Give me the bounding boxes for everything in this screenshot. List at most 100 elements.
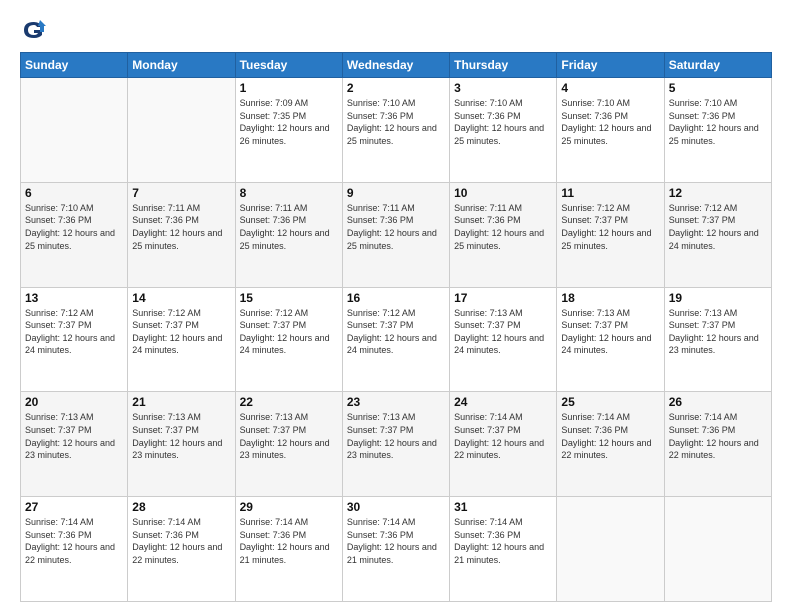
- calendar-cell: 15 Sunrise: 7:12 AM Sunset: 7:37 PM Dayli…: [235, 287, 342, 392]
- day-number: 29: [240, 500, 338, 514]
- day-number: 7: [132, 186, 230, 200]
- calendar-cell: 12 Sunrise: 7:12 AM Sunset: 7:37 PM Dayli…: [664, 182, 771, 287]
- calendar-cell: 14 Sunrise: 7:12 AM Sunset: 7:37 PM Dayli…: [128, 287, 235, 392]
- day-number: 11: [561, 186, 659, 200]
- calendar-cell: [557, 497, 664, 602]
- cell-sun-info: Sunrise: 7:13 AM Sunset: 7:37 PM Dayligh…: [25, 411, 123, 461]
- cell-sun-info: Sunrise: 7:11 AM Sunset: 7:36 PM Dayligh…: [347, 202, 445, 252]
- day-number: 22: [240, 395, 338, 409]
- day-of-week-header: Friday: [557, 53, 664, 78]
- calendar-cell: 13Sunrise: 7:12 AM Sunset: 7:37 PM Dayli…: [21, 287, 128, 392]
- day-of-week-header: Tuesday: [235, 53, 342, 78]
- day-number: 13: [25, 291, 123, 305]
- cell-sun-info: Sunrise: 7:10 AM Sunset: 7:36 PM Dayligh…: [669, 97, 767, 147]
- logo-icon: [20, 16, 48, 44]
- day-number: 16: [347, 291, 445, 305]
- day-of-week-header: Monday: [128, 53, 235, 78]
- cell-sun-info: Sunrise: 7:14 AM Sunset: 7:36 PM Dayligh…: [454, 516, 552, 566]
- cell-sun-info: Sunrise: 7:14 AM Sunset: 7:36 PM Dayligh…: [669, 411, 767, 461]
- calendar-week-row: 13 Sunrise: 7:12 AM Sunset: 7:37 PM Dayli…: [21, 287, 772, 392]
- calendar-cell: 21Sunrise: 7:13 AM Sunset: 7:37 PM Dayli…: [128, 392, 235, 497]
- calendar-cell: 30 Sunrise: 7:14 AM Sunset: 7:36 PM Dayli…: [342, 497, 449, 602]
- calendar-cell: 27 Sunrise: 7:14 AM Sunset: 7:36 PM Dayli…: [21, 497, 128, 602]
- logo: [20, 16, 52, 44]
- calendar-header-row: SundayMondayTuesdayWednesdayThursdayFrid…: [21, 53, 772, 78]
- cell-sun-info: Sunrise: 7:14 AM Sunset: 7:36 PM Dayligh…: [347, 516, 445, 566]
- calendar-cell: 16 Sunrise: 7:12 AM Sunset: 7:37 PM Dayli…: [342, 287, 449, 392]
- cell-sun-info: Sunrise: 7:11 AM Sunset: 7:36 PM Dayligh…: [240, 202, 338, 252]
- calendar-cell: 6Sunrise: 7:10 AM Sunset: 7:36 PM Daylig…: [21, 182, 128, 287]
- header: [20, 16, 772, 44]
- cell-sun-info: Sunrise: 7:13 AM Sunset: 7:37 PM Dayligh…: [454, 307, 552, 357]
- calendar-cell: [664, 497, 771, 602]
- day-number: 14: [132, 291, 230, 305]
- calendar-cell: [128, 78, 235, 183]
- cell-sun-info: Sunrise: 7:10 AM Sunset: 7:36 PM Dayligh…: [25, 202, 123, 252]
- cell-sun-info: Sunrise: 7:14 AM Sunset: 7:36 PM Dayligh…: [25, 516, 123, 566]
- calendar-week-row: 20 Sunrise: 7:13 AM Sunset: 7:37 PM Dayli…: [21, 392, 772, 497]
- cell-sun-info: Sunrise: 7:14 AM Sunset: 7:37 PM Dayligh…: [454, 411, 552, 461]
- day-number: 24: [454, 395, 552, 409]
- calendar-cell: 22 Sunrise: 7:13 AM Sunset: 7:37 PM Dayli…: [235, 392, 342, 497]
- day-of-week-header: Thursday: [450, 53, 557, 78]
- day-number: 30: [347, 500, 445, 514]
- cell-sun-info: Sunrise: 7:13 AM Sunset: 7:37 PM Dayligh…: [240, 411, 338, 461]
- calendar-cell: 19 Sunrise: 7:13 AM Sunset: 7:37 PM Dayli…: [664, 287, 771, 392]
- calendar-cell: 3 Sunrise: 7:10 AM Sunset: 7:36 PM Daylig…: [450, 78, 557, 183]
- cell-sun-info: Sunrise: 7:12 AM Sunset: 7:37 PM Dayligh…: [132, 307, 230, 357]
- day-number: 3: [454, 81, 552, 95]
- calendar-cell: 17 Sunrise: 7:13 AM Sunset: 7:37 PM Dayli…: [450, 287, 557, 392]
- day-number: 9: [347, 186, 445, 200]
- calendar-cell: 8Sunrise: 7:11 AM Sunset: 7:36 PM Daylig…: [235, 182, 342, 287]
- cell-sun-info: Sunrise: 7:12 AM Sunset: 7:37 PM Dayligh…: [240, 307, 338, 357]
- calendar-cell: 11 Sunrise: 7:12 AM Sunset: 7:37 PM Dayli…: [557, 182, 664, 287]
- cell-sun-info: Sunrise: 7:12 AM Sunset: 7:37 PM Dayligh…: [347, 307, 445, 357]
- cell-sun-info: Sunrise: 7:14 AM Sunset: 7:36 PM Dayligh…: [240, 516, 338, 566]
- calendar-cell: [21, 78, 128, 183]
- cell-sun-info: Sunrise: 7:12 AM Sunset: 7:37 PM Dayligh…: [561, 202, 659, 252]
- day-number: 20: [25, 395, 123, 409]
- calendar-week-row: 6Sunrise: 7:10 AM Sunset: 7:36 PM Daylig…: [21, 182, 772, 287]
- calendar-cell: 10Sunrise: 7:11 AM Sunset: 7:36 PM Dayli…: [450, 182, 557, 287]
- calendar-cell: 24 Sunrise: 7:14 AM Sunset: 7:37 PM Dayli…: [450, 392, 557, 497]
- day-number: 17: [454, 291, 552, 305]
- calendar-cell: 9 Sunrise: 7:11 AM Sunset: 7:36 PM Daylig…: [342, 182, 449, 287]
- cell-sun-info: Sunrise: 7:12 AM Sunset: 7:37 PM Dayligh…: [669, 202, 767, 252]
- cell-sun-info: Sunrise: 7:13 AM Sunset: 7:37 PM Dayligh…: [669, 307, 767, 357]
- day-number: 25: [561, 395, 659, 409]
- calendar-cell: 5 Sunrise: 7:10 AM Sunset: 7:36 PM Daylig…: [664, 78, 771, 183]
- cell-sun-info: Sunrise: 7:14 AM Sunset: 7:36 PM Dayligh…: [132, 516, 230, 566]
- day-number: 4: [561, 81, 659, 95]
- day-of-week-header: Wednesday: [342, 53, 449, 78]
- calendar-cell: 31 Sunrise: 7:14 AM Sunset: 7:36 PM Dayli…: [450, 497, 557, 602]
- cell-sun-info: Sunrise: 7:11 AM Sunset: 7:36 PM Dayligh…: [132, 202, 230, 252]
- calendar-cell: 18Sunrise: 7:13 AM Sunset: 7:37 PM Dayli…: [557, 287, 664, 392]
- day-number: 19: [669, 291, 767, 305]
- calendar-cell: 25 Sunrise: 7:14 AM Sunset: 7:36 PM Dayli…: [557, 392, 664, 497]
- day-number: 26: [669, 395, 767, 409]
- day-number: 27: [25, 500, 123, 514]
- cell-sun-info: Sunrise: 7:11 AM Sunset: 7:36 PM Dayligh…: [454, 202, 552, 252]
- day-number: 31: [454, 500, 552, 514]
- cell-sun-info: Sunrise: 7:14 AM Sunset: 7:36 PM Dayligh…: [561, 411, 659, 461]
- day-number: 28: [132, 500, 230, 514]
- calendar-week-row: 1 Sunrise: 7:09 AM Sunset: 7:35 PM Daylig…: [21, 78, 772, 183]
- cell-sun-info: Sunrise: 7:13 AM Sunset: 7:37 PM Dayligh…: [561, 307, 659, 357]
- calendar-table: SundayMondayTuesdayWednesdayThursdayFrid…: [20, 52, 772, 602]
- calendar-cell: 2 Sunrise: 7:10 AM Sunset: 7:36 PM Daylig…: [342, 78, 449, 183]
- calendar-cell: 23Sunrise: 7:13 AM Sunset: 7:37 PM Dayli…: [342, 392, 449, 497]
- day-number: 15: [240, 291, 338, 305]
- calendar-cell: 28 Sunrise: 7:14 AM Sunset: 7:36 PM Dayli…: [128, 497, 235, 602]
- calendar-cell: 1 Sunrise: 7:09 AM Sunset: 7:35 PM Daylig…: [235, 78, 342, 183]
- calendar-week-row: 27 Sunrise: 7:14 AM Sunset: 7:36 PM Dayli…: [21, 497, 772, 602]
- day-of-week-header: Saturday: [664, 53, 771, 78]
- day-number: 2: [347, 81, 445, 95]
- cell-sun-info: Sunrise: 7:09 AM Sunset: 7:35 PM Dayligh…: [240, 97, 338, 147]
- cell-sun-info: Sunrise: 7:10 AM Sunset: 7:36 PM Dayligh…: [454, 97, 552, 147]
- calendar-cell: 7 Sunrise: 7:11 AM Sunset: 7:36 PM Daylig…: [128, 182, 235, 287]
- day-number: 12: [669, 186, 767, 200]
- day-number: 5: [669, 81, 767, 95]
- cell-sun-info: Sunrise: 7:10 AM Sunset: 7:36 PM Dayligh…: [347, 97, 445, 147]
- day-number: 1: [240, 81, 338, 95]
- day-number: 21: [132, 395, 230, 409]
